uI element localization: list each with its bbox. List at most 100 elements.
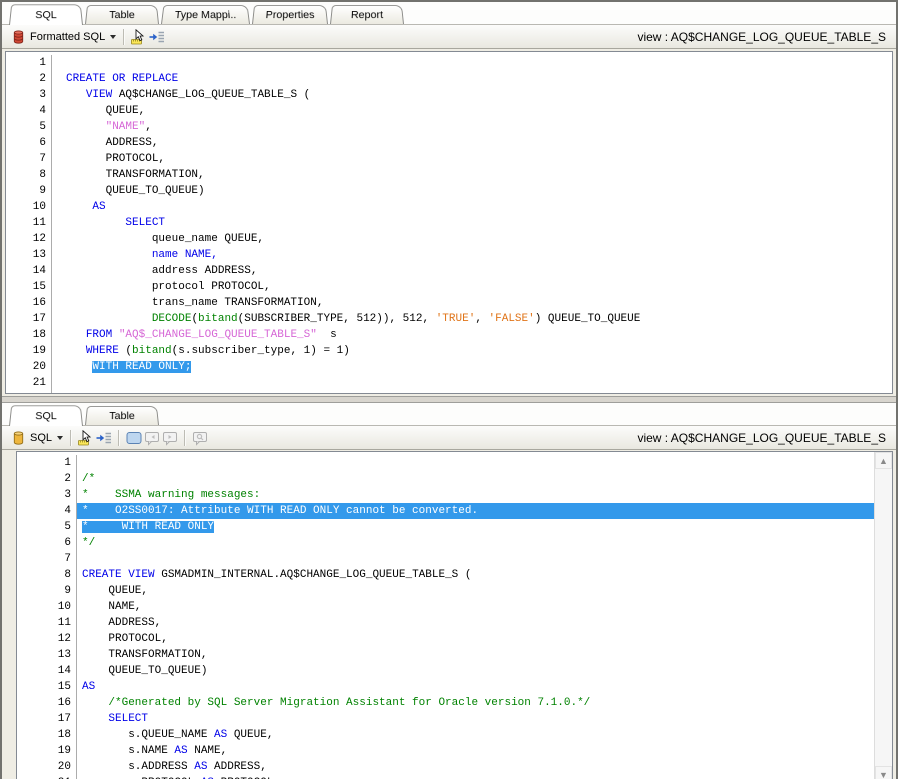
line-number: 6 [17, 535, 77, 551]
toolbar-separator [118, 429, 121, 446]
line-number: 8 [6, 167, 52, 183]
code-line: 1 [6, 55, 892, 71]
goto-statement-icon[interactable] [148, 29, 166, 45]
code-line-text: * O2SS0017: Attribute WITH READ ONLY can… [77, 503, 892, 519]
code-line: 6 ADDRESS, [6, 135, 892, 151]
code-line-text: NAME, [82, 601, 142, 613]
code-line: 20 s.ADDRESS AS ADDRESS, [17, 759, 892, 775]
tab-sql[interactable]: SQL [9, 4, 83, 25]
line-number: 19 [6, 343, 52, 359]
line-number: 7 [17, 551, 77, 567]
line-number: 20 [17, 759, 77, 775]
scroll-up-icon[interactable]: ▲ [875, 452, 892, 469]
line-number: 14 [6, 263, 52, 279]
tab-report[interactable]: Report [330, 5, 405, 25]
code-line: 6 */ [17, 535, 892, 551]
view-message-icon[interactable] [191, 430, 209, 446]
code-line: 5 "NAME", [6, 119, 892, 135]
code-line: 7 PROTOCOL, [6, 151, 892, 167]
code-line: 20 WITH READ ONLY; [6, 359, 892, 375]
code-line: 2 /* [17, 471, 892, 487]
tab-label: Table [108, 9, 136, 21]
code-line-text: queue_name QUEUE, [66, 233, 265, 245]
code-line-text: TRANSFORMATION, [82, 649, 208, 661]
prev-message-icon[interactable] [143, 430, 161, 446]
code-line-text: /*Generated by SQL Server Migration Assi… [108, 697, 591, 709]
code-line-text: DECODE(bitand(SUBSCRIBER_TYPE, 512)), 51… [151, 313, 641, 325]
converted-code-lines: 1 2 /* 3 * SSMA warning messages: 4 * O2SS0017… [17, 452, 892, 779]
line-number: 8 [17, 567, 77, 583]
converted-code-editor[interactable]: 1 2 /* 3 * SSMA warning messages: 4 * O2SS0017… [16, 451, 893, 779]
dropdown-arrow-icon[interactable] [55, 430, 65, 446]
line-number: 13 [17, 647, 77, 663]
source-code-lines: 1 2 CREATE OR REPLACE 3 VIEW AQ$CHANGE_LOG_… [6, 52, 892, 393]
tab-table[interactable]: Table [85, 5, 159, 25]
pane-icon[interactable] [125, 430, 143, 446]
code-line: 4 * O2SS0017: Attribute WITH READ ONLY ca… [17, 503, 892, 519]
dropdown-arrow-icon[interactable] [108, 29, 118, 45]
goto-statement-icon[interactable] [95, 430, 113, 446]
line-number: 3 [17, 487, 77, 503]
code-line: 7 [17, 551, 892, 567]
code-line-text: WITH READ ONLY; [92, 361, 192, 373]
code-line: 16 trans_name TRANSFORMATION, [6, 295, 892, 311]
source-toolbar: Formatted SQL view : AQ$CHANGE_LOG_QUEUE… [2, 25, 896, 49]
code-line: 15 protocol PROTOCOL, [6, 279, 892, 295]
code-line-text: /* [82, 473, 96, 485]
line-number: 1 [17, 455, 77, 471]
line-number: 3 [6, 87, 52, 103]
code-line: 11 ADDRESS, [17, 615, 892, 631]
code-line: 18 FROM "AQ$_CHANGE_LOG_QUEUE_TABLE_S" s [6, 327, 892, 343]
tab-sql[interactable]: SQL [9, 405, 83, 426]
database-yellow-icon [9, 430, 27, 446]
tab-table[interactable]: Table [85, 406, 159, 425]
tab-label: Properties [265, 9, 315, 21]
converted-view-label: view : AQ$CHANGE_LOG_QUEUE_TABLE_S [637, 430, 886, 445]
code-line: 9 QUEUE, [17, 583, 892, 599]
source-view-label: view : AQ$CHANGE_LOG_QUEUE_TABLE_S [637, 29, 886, 44]
select-cursor-icon[interactable] [77, 429, 95, 446]
code-line: 16 /*Generated by SQL Server Migration A… [17, 695, 892, 711]
tab-type-mappi[interactable]: Type Mappi.. [161, 5, 250, 25]
code-line: 3 VIEW AQ$CHANGE_LOG_QUEUE_TABLE_S ( [6, 87, 892, 103]
vertical-scrollbar[interactable]: ▲ ▼ [874, 452, 892, 779]
scroll-down-icon[interactable]: ▼ [875, 766, 892, 779]
source-toolbar-items: Formatted SQL [9, 28, 166, 45]
code-line-text: s.QUEUE_NAME AS QUEUE, [82, 729, 274, 741]
tab-label: Type Mappi.. [174, 9, 237, 21]
converted-sql-panel: SQL Table SQL view : AQ$CHANGE_LOG_QUEUE_… [2, 402, 896, 779]
code-line: 11 SELECT [6, 215, 892, 231]
code-line-text: CREATE OR REPLACE [66, 73, 179, 85]
database-red-icon [9, 29, 27, 45]
code-line-text: "NAME", [105, 121, 152, 133]
sql-mode-dropdown[interactable]: Formatted SQL [30, 31, 105, 43]
line-number: 2 [17, 471, 77, 487]
line-number: 7 [6, 151, 52, 167]
tab-properties[interactable]: Properties [251, 5, 329, 25]
code-line-text: QUEUE_TO_QUEUE) [82, 665, 208, 677]
converted-tab-row: SQL Table [2, 403, 896, 426]
line-number: 12 [6, 231, 52, 247]
select-cursor-icon[interactable] [130, 28, 148, 45]
code-line-text: ADDRESS, [82, 617, 162, 629]
code-line-text: s.NAME AS NAME, [82, 745, 228, 757]
code-line: 13 name NAME, [6, 247, 892, 263]
code-line: 12 PROTOCOL, [17, 631, 892, 647]
next-message-icon[interactable] [161, 430, 179, 446]
sql-mode-dropdown[interactable]: SQL [30, 432, 52, 444]
code-line: 15 AS [17, 679, 892, 695]
line-number: 16 [6, 295, 52, 311]
source-code-editor[interactable]: 1 2 CREATE OR REPLACE 3 VIEW AQ$CHANGE_LOG_… [5, 51, 893, 394]
line-number: 22 [6, 391, 52, 393]
code-line-text: s.PROTOCOL AS PROTOCOL, [77, 775, 892, 779]
code-line: 12 queue_name QUEUE, [6, 231, 892, 247]
code-line-text: trans_name TRANSFORMATION, [66, 297, 324, 309]
line-number: 21 [6, 375, 52, 391]
line-number: 1 [6, 55, 52, 71]
code-line: 19 s.NAME AS NAME, [17, 743, 892, 759]
code-line-text: FROM "AQ$_CHANGE_LOG_QUEUE_TABLE_S" s [85, 329, 337, 341]
code-line: 17 SELECT [17, 711, 892, 727]
code-line-text: SELECT [125, 217, 166, 229]
